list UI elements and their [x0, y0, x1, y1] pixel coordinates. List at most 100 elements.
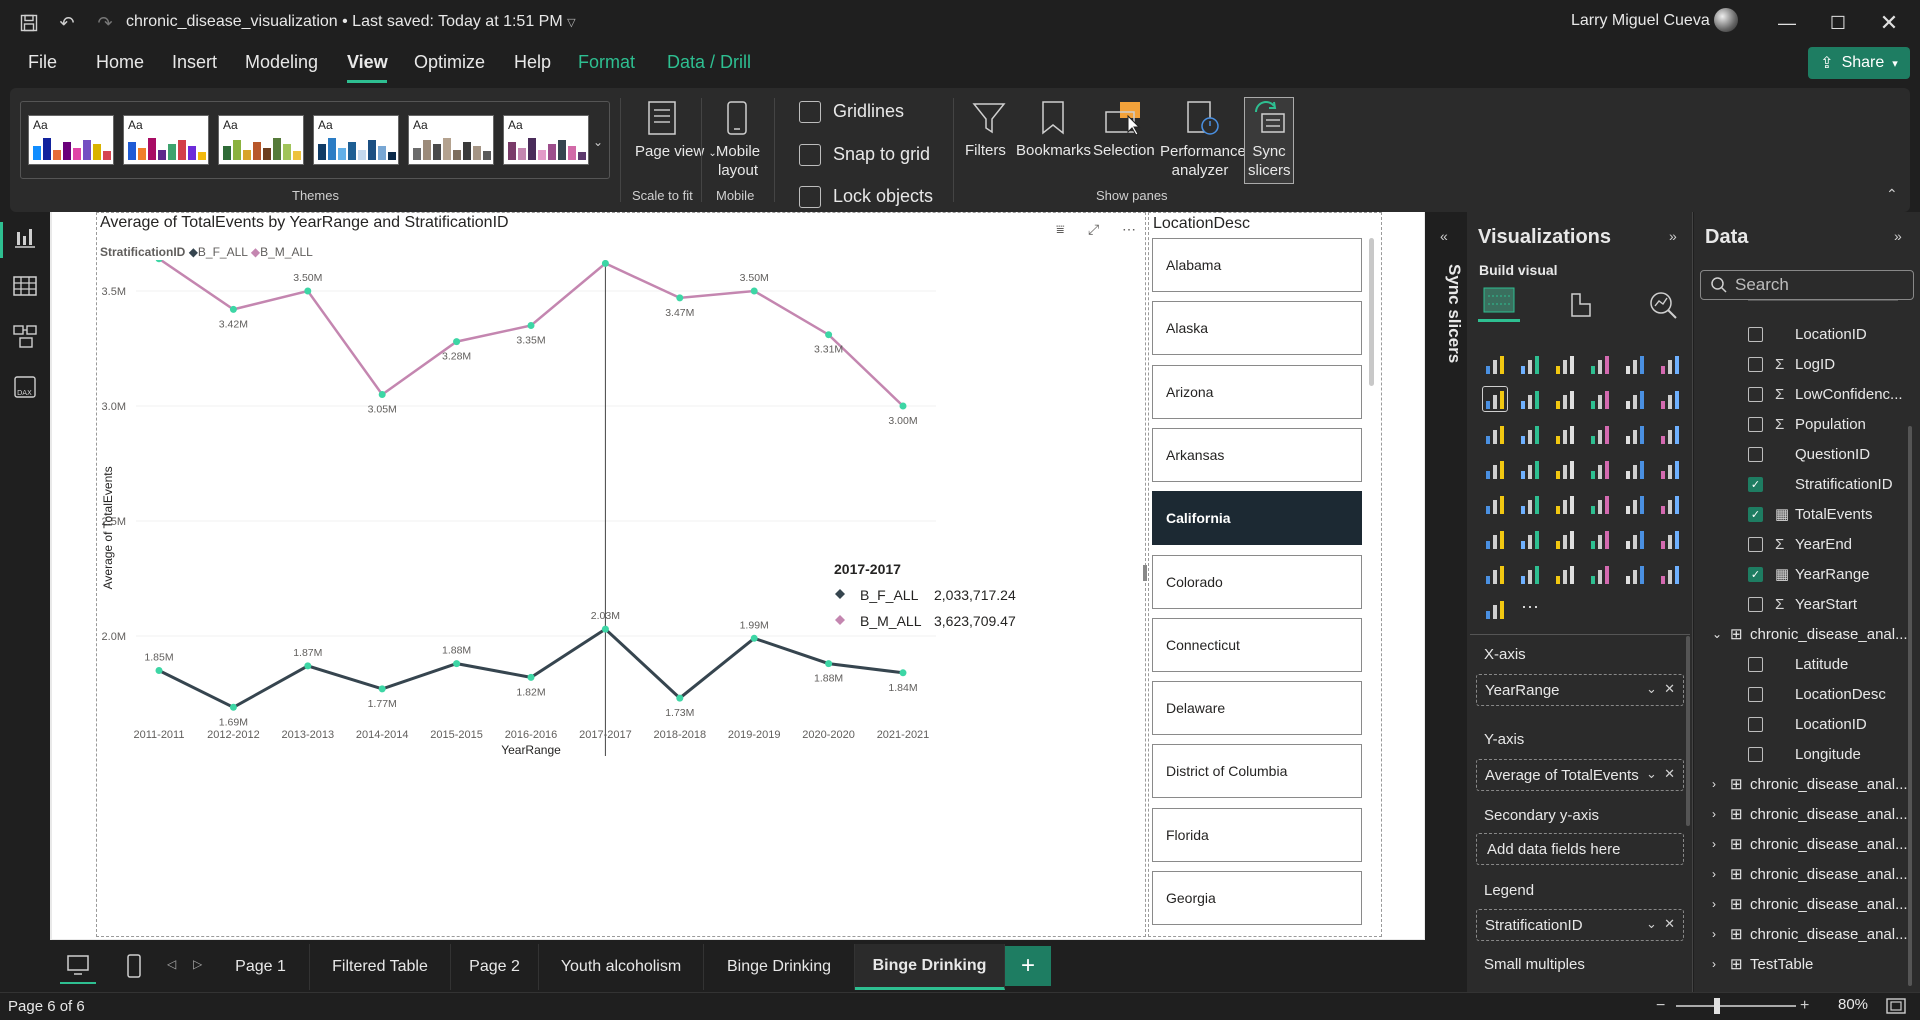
- x-axis-well[interactable]: YearRange ⌄ ✕: [1476, 674, 1684, 706]
- data-field-locationdesc[interactable]: LocationDesc: [1748, 681, 1886, 707]
- bookmarks-button[interactable]: Bookmarks: [1016, 142, 1091, 159]
- theme-option-6[interactable]: Aa: [503, 115, 589, 165]
- slicer-item-florida[interactable]: Florida: [1152, 808, 1362, 862]
- table-icon[interactable]: [1623, 492, 1647, 516]
- line-chart-icon[interactable]: [1482, 386, 1508, 412]
- data-pane-scrollbar[interactable]: [1908, 426, 1912, 986]
- data-field-yearrange[interactable]: ✓ ▦ YearRange: [1748, 561, 1870, 587]
- share-button[interactable]: ⇪ Share ▾: [1808, 47, 1910, 79]
- matrix-icon[interactable]: [1658, 492, 1682, 516]
- clustered-bar-chart-icon[interactable]: [1553, 352, 1577, 376]
- more-options-icon[interactable]: ⋯: [1122, 221, 1136, 238]
- y-axis-well[interactable]: Average of TotalEvents ⌄ ✕: [1476, 759, 1684, 791]
- mobile-layout-icon[interactable]: [116, 952, 152, 982]
- zoom-in-icon[interactable]: +: [1800, 997, 1809, 1015]
- slicer-scrollbar[interactable]: [1369, 238, 1374, 386]
- menu-modeling[interactable]: Modeling: [245, 52, 318, 73]
- field-checkbox[interactable]: [1748, 746, 1763, 762]
- menu-data-drill[interactable]: Data / Drill: [667, 52, 751, 73]
- data-table[interactable]: › ⊞ TestTable: [1712, 951, 1813, 977]
- more-visuals-icon[interactable]: ⋯: [1518, 597, 1542, 621]
- data-search-input[interactable]: Search: [1700, 270, 1914, 300]
- data-point[interactable]: [750, 287, 758, 295]
- data-point[interactable]: [899, 669, 907, 677]
- analytics-icon[interactable]: [1648, 290, 1678, 320]
- field-checkbox[interactable]: [1748, 686, 1763, 702]
- field-controls[interactable]: ⌄ ✕: [1646, 681, 1675, 697]
- data-point[interactable]: [304, 287, 312, 295]
- data-point[interactable]: [527, 673, 535, 681]
- area-chart-icon[interactable]: [1518, 387, 1542, 411]
- maximize-icon[interactable]: ☐: [1818, 8, 1858, 38]
- 100-stacked-column-chart-icon[interactable]: [1658, 352, 1682, 376]
- field-checkbox[interactable]: [1748, 416, 1763, 432]
- data-point[interactable]: [229, 703, 237, 711]
- multi-row-card-icon[interactable]: [1518, 492, 1542, 516]
- power-apps-icon[interactable]: [1588, 562, 1612, 586]
- data-field-yearend[interactable]: Σ YearEnd: [1748, 531, 1852, 557]
- slicer-item-colorado[interactable]: Colorado: [1152, 555, 1362, 609]
- secondary-y-axis-well[interactable]: Add data fields here: [1476, 833, 1684, 865]
- data-field-longitude[interactable]: Longitude: [1748, 741, 1861, 767]
- undo-icon[interactable]: ↶: [54, 10, 80, 36]
- filter-icon[interactable]: [971, 100, 1007, 136]
- menu-format[interactable]: Format: [578, 52, 635, 73]
- r-script-visual-icon[interactable]: [1483, 527, 1507, 551]
- series-line-b-m-all[interactable]: [158, 260, 904, 407]
- data-field-population[interactable]: Σ Population: [1748, 411, 1866, 437]
- field-checkbox[interactable]: [1748, 386, 1763, 402]
- data-field-stratificationid[interactable]: ✓ StratificationID: [1748, 471, 1893, 497]
- scatter-chart-icon[interactable]: [1588, 422, 1612, 446]
- data-table[interactable]: › ⊞ chronic_disease_anal...: [1712, 771, 1908, 797]
- data-point[interactable]: [229, 305, 237, 313]
- format-visual-icon[interactable]: [1566, 290, 1596, 320]
- data-field-locationid[interactable]: LocationID: [1748, 711, 1867, 737]
- data-point[interactable]: [899, 402, 907, 410]
- save-icon[interactable]: [16, 10, 42, 36]
- slicer-item-alabama[interactable]: Alabama: [1152, 238, 1362, 292]
- menu-insert[interactable]: Insert: [172, 52, 217, 73]
- card-icon[interactable]: [1483, 492, 1507, 516]
- next-page-icon[interactable]: ▷: [193, 957, 202, 971]
- data-field-latitude[interactable]: Latitude: [1748, 651, 1848, 677]
- lock-objects-checkbox[interactable]: [799, 186, 821, 208]
- data-point[interactable]: [750, 634, 758, 642]
- zoom-slider[interactable]: [1676, 1005, 1796, 1007]
- fit-to-page-icon[interactable]: [1886, 998, 1906, 1014]
- data-point[interactable]: [601, 260, 609, 267]
- zoom-slider-thumb[interactable]: [1714, 998, 1720, 1014]
- treemap-icon[interactable]: [1483, 457, 1507, 481]
- theme-option-1[interactable]: Aa: [28, 115, 114, 165]
- field-checkbox[interactable]: [1748, 446, 1763, 462]
- ai-visual-icon[interactable]: [1483, 597, 1507, 621]
- stacked-area-chart-icon[interactable]: [1553, 387, 1577, 411]
- funnel-chart-icon[interactable]: [1553, 422, 1577, 446]
- field-checkbox[interactable]: [1748, 596, 1763, 612]
- user-name[interactable]: Larry Miguel Cueva: [1571, 12, 1710, 30]
- gridlines-checkbox[interactable]: [799, 101, 821, 123]
- viz-pane-scrollbar[interactable]: [1686, 636, 1690, 826]
- table-view-icon[interactable]: [12, 273, 38, 299]
- add-page-button[interactable]: +: [1005, 946, 1051, 986]
- data-point[interactable]: [825, 660, 833, 668]
- desktop-layout-icon[interactable]: [60, 950, 96, 984]
- theme-option-3[interactable]: Aa: [218, 115, 304, 165]
- slicer-item-district-of-columbia[interactable]: District of Columbia: [1152, 744, 1362, 798]
- python-visual-icon[interactable]: [1518, 527, 1542, 551]
- data-field-locationid[interactable]: LocationID: [1748, 321, 1867, 347]
- stacked-column-chart-icon[interactable]: [1518, 352, 1542, 376]
- selection-button[interactable]: Selection: [1093, 142, 1155, 159]
- qa-visual-icon[interactable]: [1623, 527, 1647, 551]
- collapse-pane-icon[interactable]: »: [1669, 228, 1677, 244]
- decomposition-tree-icon[interactable]: [1588, 527, 1612, 551]
- slicer-item-arkansas[interactable]: Arkansas: [1152, 428, 1362, 482]
- data-field-totalevents[interactable]: ✓ ▦ TotalEvents: [1748, 501, 1873, 527]
- data-point[interactable]: [155, 667, 163, 674]
- avatar[interactable]: [1714, 8, 1738, 32]
- slicer-icon[interactable]: [1588, 492, 1612, 516]
- data-table[interactable]: › ⊞ chronic_disease_anal...: [1712, 831, 1908, 857]
- fabric-visual-icon[interactable]: [1658, 562, 1682, 586]
- data-point[interactable]: [527, 322, 535, 329]
- page-view-icon[interactable]: [645, 100, 679, 136]
- slicer-item-delaware[interactable]: Delaware: [1152, 681, 1362, 735]
